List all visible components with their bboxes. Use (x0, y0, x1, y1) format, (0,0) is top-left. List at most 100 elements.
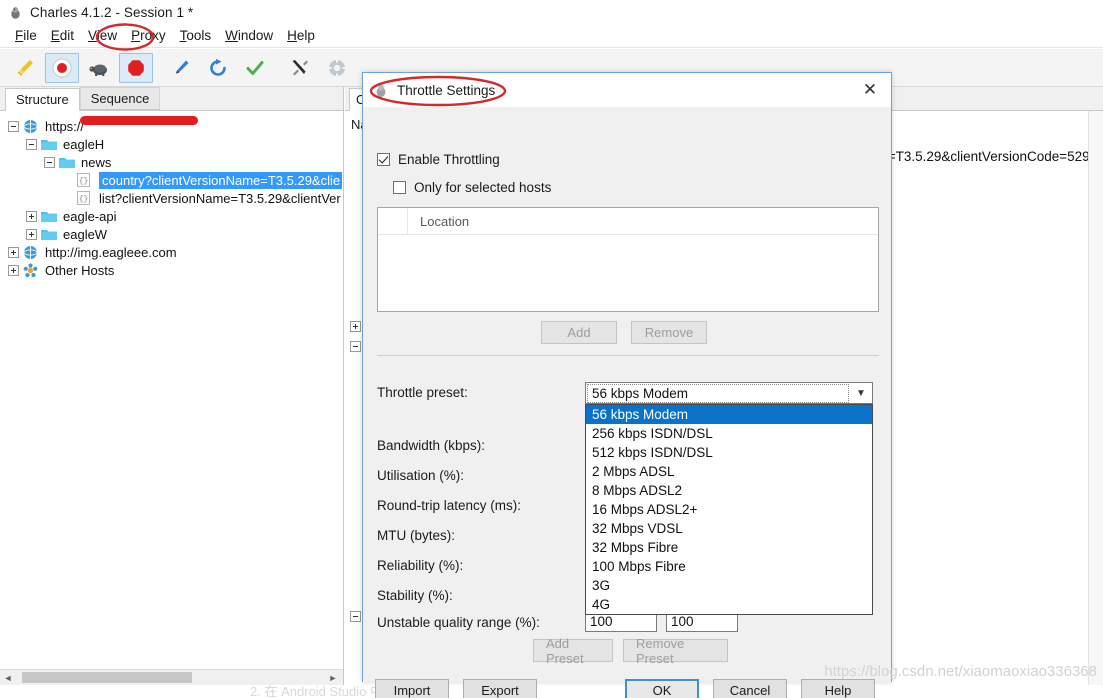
scrollbar-thumb[interactable] (22, 672, 192, 683)
folder-icon (41, 137, 58, 152)
tree-node-label: eagle-api (63, 208, 117, 224)
dropdown-option[interactable]: 4G (586, 595, 872, 614)
utilisation-label: Utilisation (%): (377, 468, 465, 483)
throttle-tortoise-icon[interactable] (82, 53, 116, 83)
other-hosts-icon (23, 263, 40, 278)
collapse-expander-icon[interactable] (8, 120, 19, 132)
settings-gear-icon[interactable] (320, 53, 354, 83)
menu-tools[interactable]: Tools (173, 26, 219, 45)
charles-app-icon (8, 5, 23, 20)
dropdown-option[interactable]: 8 Mbps ADSL2 (586, 481, 872, 500)
tree-node-label: http://img.eagleee.com (45, 244, 177, 260)
footer-right-buttons: OK Cancel Help (625, 679, 875, 698)
scroll-left-arrow-icon[interactable]: ◄ (0, 673, 16, 683)
detail-field-value: me=T3.5.29&clientVersionCode=529 (869, 149, 1090, 164)
menu-view[interactable]: View (81, 26, 124, 45)
expand-expander-icon[interactable] (8, 246, 19, 258)
tree-row[interactable]: eagle-api (0, 207, 343, 225)
dialog-body: Enable Throttling Only for selected host… (363, 107, 891, 698)
enable-throttling-row[interactable]: Enable Throttling (377, 152, 500, 167)
detail-vertical-scrollbar[interactable] (1088, 111, 1103, 685)
menu-file[interactable]: File (8, 26, 44, 45)
expand-expander-icon[interactable] (26, 210, 37, 222)
add-preset-button[interactable]: Add Preset (533, 636, 613, 666)
svg-text:{}: {} (79, 177, 89, 186)
dropdown-option[interactable]: 100 Mbps Fibre (586, 557, 872, 576)
validate-check-icon[interactable] (238, 53, 272, 83)
location-table-header: Location (378, 208, 878, 235)
tab-sequence[interactable]: Sequence (79, 87, 161, 110)
dropdown-option[interactable]: 32 Mbps VDSL (586, 519, 872, 538)
enable-throttling-label: Enable Throttling (398, 152, 500, 167)
json-document-icon: {} (77, 173, 94, 188)
menu-window[interactable]: Window (218, 26, 280, 45)
tree-row[interactable]: http://img.eagleee.com (0, 243, 343, 261)
cancel-button[interactable]: Cancel (713, 679, 787, 698)
dropdown-option[interactable]: 32 Mbps Fibre (586, 538, 872, 557)
session-tree: https:// eagleH news {} country?clientVe… (0, 111, 343, 279)
footer-left-buttons: Import Export (375, 679, 537, 698)
dropdown-option[interactable]: 512 kbps ISDN/DSL (586, 443, 872, 462)
redaction-mark (80, 116, 198, 125)
preset-buttons: Add Preset Remove Preset (533, 636, 728, 666)
clear-session-icon[interactable] (8, 53, 42, 83)
structure-panel: Structure Sequence https:// eagleH news … (0, 87, 344, 685)
charles-app-icon (373, 82, 389, 98)
tree-node-label: Other Hosts (45, 262, 115, 278)
import-button[interactable]: Import (375, 679, 449, 698)
svg-text:{}: {} (79, 195, 89, 204)
dropdown-option[interactable]: 16 Mbps ADSL2+ (586, 500, 872, 519)
repeat-refresh-icon[interactable] (201, 53, 235, 83)
add-location-button[interactable]: Add (541, 321, 617, 344)
tree-row[interactable]: eagleH (0, 135, 343, 153)
section-divider (377, 355, 879, 356)
collapse-expander-icon[interactable] (350, 611, 361, 622)
tree-row[interactable]: {} country?clientVersionName=T3.5.29&cli… (0, 171, 343, 189)
tree-row[interactable]: news (0, 153, 343, 171)
collapse-expander-icon[interactable] (350, 341, 361, 352)
stop-icon[interactable] (119, 52, 153, 83)
dropdown-option[interactable]: 3G (586, 576, 872, 595)
tree-node-label: eagleH (63, 136, 105, 152)
globe-icon (23, 119, 40, 134)
collapse-expander-icon[interactable] (26, 138, 37, 150)
tree-row[interactable]: eagleW (0, 225, 343, 243)
dropdown-option[interactable]: 256 kbps ISDN/DSL (586, 424, 872, 443)
throttle-preset-dropdown-list[interactable]: 56 kbps Modem 256 kbps ISDN/DSL 512 kbps… (585, 404, 873, 615)
menu-help[interactable]: Help (280, 26, 322, 45)
throttle-preset-combobox[interactable]: 56 kbps Modem ▼ (585, 382, 873, 404)
tree-row[interactable]: Other Hosts (0, 261, 343, 279)
throttle-preset-label: Throttle preset: (377, 385, 468, 400)
close-icon[interactable]: ✕ (849, 73, 891, 107)
record-icon[interactable] (45, 52, 79, 83)
tree-row[interactable]: https:// (0, 116, 343, 135)
location-table[interactable]: Location (377, 207, 879, 312)
unstable-quality-range-label: Unstable quality range (%): (377, 615, 540, 630)
json-document-icon: {} (77, 191, 94, 206)
expand-expander-icon[interactable] (350, 321, 361, 332)
only-selected-hosts-row[interactable]: Only for selected hosts (393, 180, 551, 195)
expand-expander-icon[interactable] (8, 264, 19, 276)
globe-icon (23, 245, 40, 260)
remove-preset-button[interactable]: Remove Preset (623, 636, 728, 666)
only-selected-hosts-checkbox[interactable] (393, 181, 406, 194)
tab-structure[interactable]: Structure (5, 88, 80, 111)
watermark-text: https://blog.csdn.net/xiaomaoxiao336368 (824, 663, 1097, 680)
export-button[interactable]: Export (463, 679, 537, 698)
enable-throttling-checkbox[interactable] (377, 153, 390, 166)
ok-button[interactable]: OK (625, 679, 699, 698)
folder-icon (41, 227, 58, 242)
tools-icon[interactable] (283, 53, 317, 83)
expand-expander-icon[interactable] (26, 228, 37, 240)
menu-proxy[interactable]: Proxy (124, 26, 173, 45)
tree-row[interactable]: {} list?clientVersionName=T3.5.29&client… (0, 189, 343, 207)
help-button[interactable]: Help (801, 679, 875, 698)
dropdown-option[interactable]: 56 kbps Modem (586, 405, 872, 424)
chevron-down-icon[interactable]: ▼ (850, 383, 872, 403)
remove-location-button[interactable]: Remove (631, 321, 707, 344)
menu-edit[interactable]: Edit (44, 26, 81, 45)
dropdown-option[interactable]: 2 Mbps ADSL (586, 462, 872, 481)
compose-pen-icon[interactable] (164, 53, 198, 83)
collapse-expander-icon[interactable] (44, 156, 55, 168)
only-selected-hosts-label: Only for selected hosts (414, 180, 552, 195)
